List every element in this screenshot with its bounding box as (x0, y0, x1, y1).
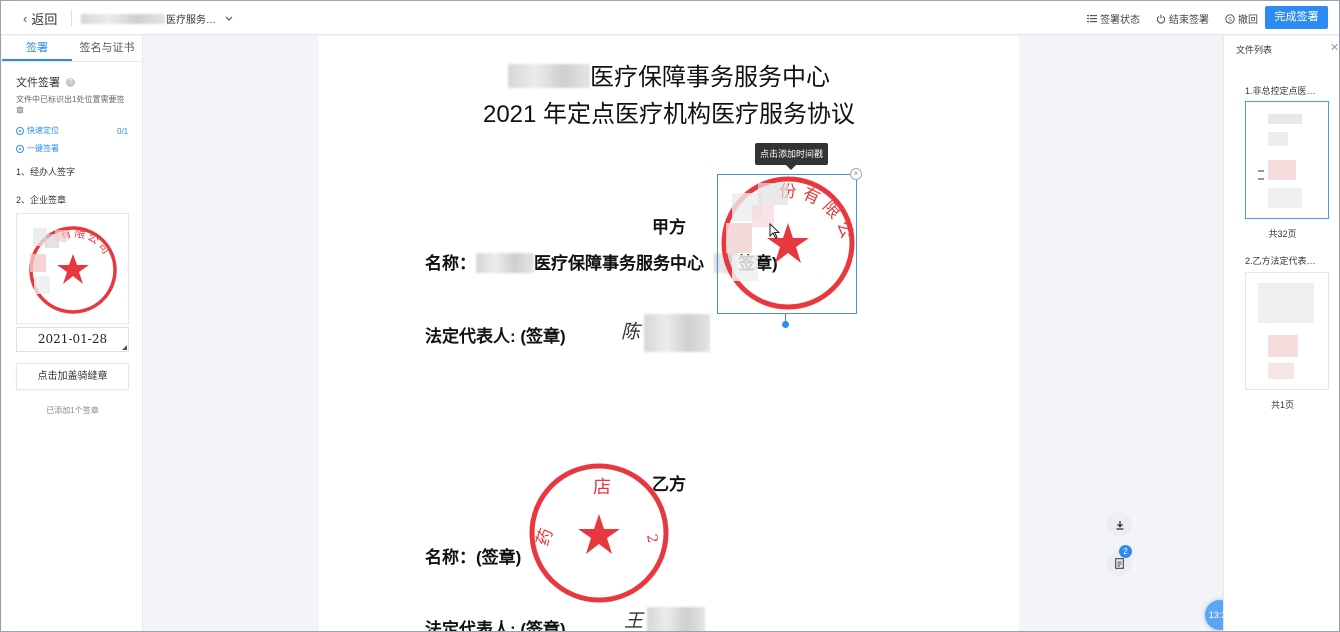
section-title: 文件签署 (16, 77, 60, 89)
add-timestamp-tooltip[interactable]: 点击添加时间戳 (755, 143, 828, 170)
file-item-2-name[interactable]: 2.乙方法定代表… (1245, 254, 1316, 267)
party-a-legal-rep: 法定代表人: (签章) (425, 327, 566, 346)
back-button[interactable]: ‹ 返回 (23, 9, 57, 28)
end-sign-button[interactable]: 结束签署 (1156, 11, 1209, 26)
file-item-1-name[interactable]: 1.非总控定点医… (1245, 84, 1316, 97)
redacted-text (81, 13, 165, 24)
one-click-sign-link[interactable]: 一键签署 (16, 143, 59, 154)
document-heading-2: 2021 年定点医疗机构医疗服务协议 (482, 101, 856, 128)
target-icon (16, 126, 24, 135)
handler-signature-item[interactable]: 1、经办人签字 (16, 165, 75, 178)
party-b-name: 名称：(签章) (425, 548, 522, 567)
ride-seam-seal-button[interactable]: 点击加盖骑缝章 (16, 363, 129, 390)
party-a-handwritten-signature: 陈 (621, 314, 711, 352)
handwritten-text: 陈 (621, 321, 641, 343)
quick-locate-label: 快速定位 (27, 126, 59, 135)
seal-arc-text: 有限公司 (59, 226, 112, 258)
party-a-label: 甲方 (652, 218, 686, 237)
chevron-down-icon (225, 16, 233, 21)
quick-locate-count: 0/1 (117, 127, 129, 136)
notification-badge: 2 (1119, 545, 1132, 558)
app-window: ‹ 返回 医疗服务… 签署状态 结束签署 S 撤回 完成签署 签署 签名与证书 (0, 0, 1340, 632)
thumbnail-content (1258, 178, 1264, 180)
list-icon (1087, 15, 1097, 23)
redacted-text (644, 314, 711, 352)
heading-1-text: 医疗保障事务服务中心 (590, 64, 830, 91)
revoke-label: 撤回 (1238, 15, 1258, 26)
redacted-text (647, 607, 706, 631)
svg-text:S: S (1228, 16, 1232, 23)
tab-sign[interactable]: 签署 (2, 36, 72, 61)
thumbnail-content (1268, 335, 1298, 357)
sign-status-label: 签署状态 (1100, 15, 1140, 26)
drag-handle-dot[interactable] (782, 321, 789, 328)
party-b-handwritten-signature: 王 (624, 606, 706, 632)
back-label: 返回 (31, 12, 58, 27)
name-label: 名称： (425, 254, 476, 273)
end-sign-label: 结束签署 (1169, 15, 1209, 26)
document-icon (1115, 558, 1124, 569)
top-bar: ‹ 返回 医疗服务… 签署状态 结束签署 S 撤回 完成签署 (1, 1, 1339, 35)
placed-seal-selection[interactable]: 份有限公司 (707, 160, 857, 314)
one-click-sign-label: 一键签署 (27, 144, 59, 153)
party-b-legal-rep: 法定代表人: (签章) (425, 620, 566, 632)
document-page: 医疗保障事务服务中心 2021 年定点医疗机构医疗服务协议 甲方 名称： 医疗保障… (319, 36, 1019, 632)
target-icon (16, 144, 24, 153)
seal-b-top-text: 店 (593, 477, 611, 498)
company-seal-card[interactable]: 有限公司 (16, 213, 129, 324)
chevron-left-icon: ‹ (23, 11, 28, 26)
file-thumbnail-1[interactable] (1245, 101, 1329, 219)
thumbnail-content (1268, 160, 1296, 180)
finish-sign-button[interactable]: 完成签署 (1265, 6, 1328, 29)
party-a-seal: 份有限公司 (707, 160, 855, 310)
sign-status-button[interactable]: 签署状态 (1087, 11, 1140, 26)
resize-corner-icon (122, 345, 127, 350)
handwritten-text: 王 (624, 610, 644, 632)
file-1-page-count: 共32页 (1268, 229, 1297, 239)
download-button[interactable] (1107, 512, 1132, 537)
seal-date: 2021-01-28 (37, 332, 108, 346)
company-seal-image: 有限公司 (29, 226, 117, 314)
left-panel: 签署 签名与证书 文件签署 ? 文件中已标识出1处位置需要签章 快速定位 0/1… (2, 36, 143, 631)
document-title: 医疗服务… (166, 15, 216, 26)
thumbnail-content (1258, 170, 1264, 172)
file-list-panel: 文件列表 ✕ 1.非总控定点医… 共32页 2.乙方法定代表… 共1页 (1223, 36, 1339, 631)
section-file-sign: 文件签署 ? (16, 74, 75, 90)
added-seal-count: 已添加1个签章 (46, 406, 99, 415)
thumbnail-content (1268, 363, 1294, 379)
remove-seal-icon[interactable]: × (850, 168, 862, 180)
quick-locate-link[interactable]: 快速定位 (16, 125, 59, 136)
power-icon (1156, 14, 1166, 24)
help-icon[interactable]: ? (66, 77, 75, 87)
revoke-icon: S (1225, 13, 1235, 24)
redacted-text (476, 253, 534, 273)
cursor-arrow-icon (769, 223, 781, 239)
seal-b-left-text: 药 (533, 526, 558, 549)
company-seal-item[interactable]: 2、企业签章 (16, 193, 66, 206)
redacted-text (508, 64, 590, 88)
divider (71, 10, 72, 26)
document-title-dropdown[interactable]: 医疗服务… (81, 11, 234, 26)
document-heading-1: 医疗保障事务服务中心 (319, 57, 1019, 92)
file-2-page-count: 共1页 (1270, 400, 1294, 410)
sign-hint: 文件中已标识出1处位置需要签章 (16, 95, 125, 115)
thumbnail-content (1258, 283, 1314, 323)
close-icon[interactable]: ✕ (1330, 41, 1339, 54)
revoke-button[interactable]: S 撤回 (1225, 11, 1258, 26)
tab-signature-cert[interactable]: 签名与证书 (72, 36, 142, 61)
thumbnail-content (1268, 132, 1288, 146)
thumbnail-content (1268, 114, 1302, 124)
file-list-title: 文件列表 (1236, 45, 1273, 55)
svg-text:有限公司: 有限公司 (59, 226, 114, 258)
party-b-seal: 店 药 2 (529, 463, 669, 603)
seal-b-right-text: 2 (643, 533, 660, 545)
party-a-name-value: 医疗保障事务服务中心 (534, 254, 704, 273)
seal-date-field[interactable]: 2021-01-28 (16, 327, 129, 352)
file-thumbnail-2[interactable] (1245, 272, 1329, 390)
thumbnail-content (1268, 188, 1302, 208)
left-tabs: 签署 签名与证书 (2, 36, 142, 62)
download-icon (1116, 520, 1123, 530)
